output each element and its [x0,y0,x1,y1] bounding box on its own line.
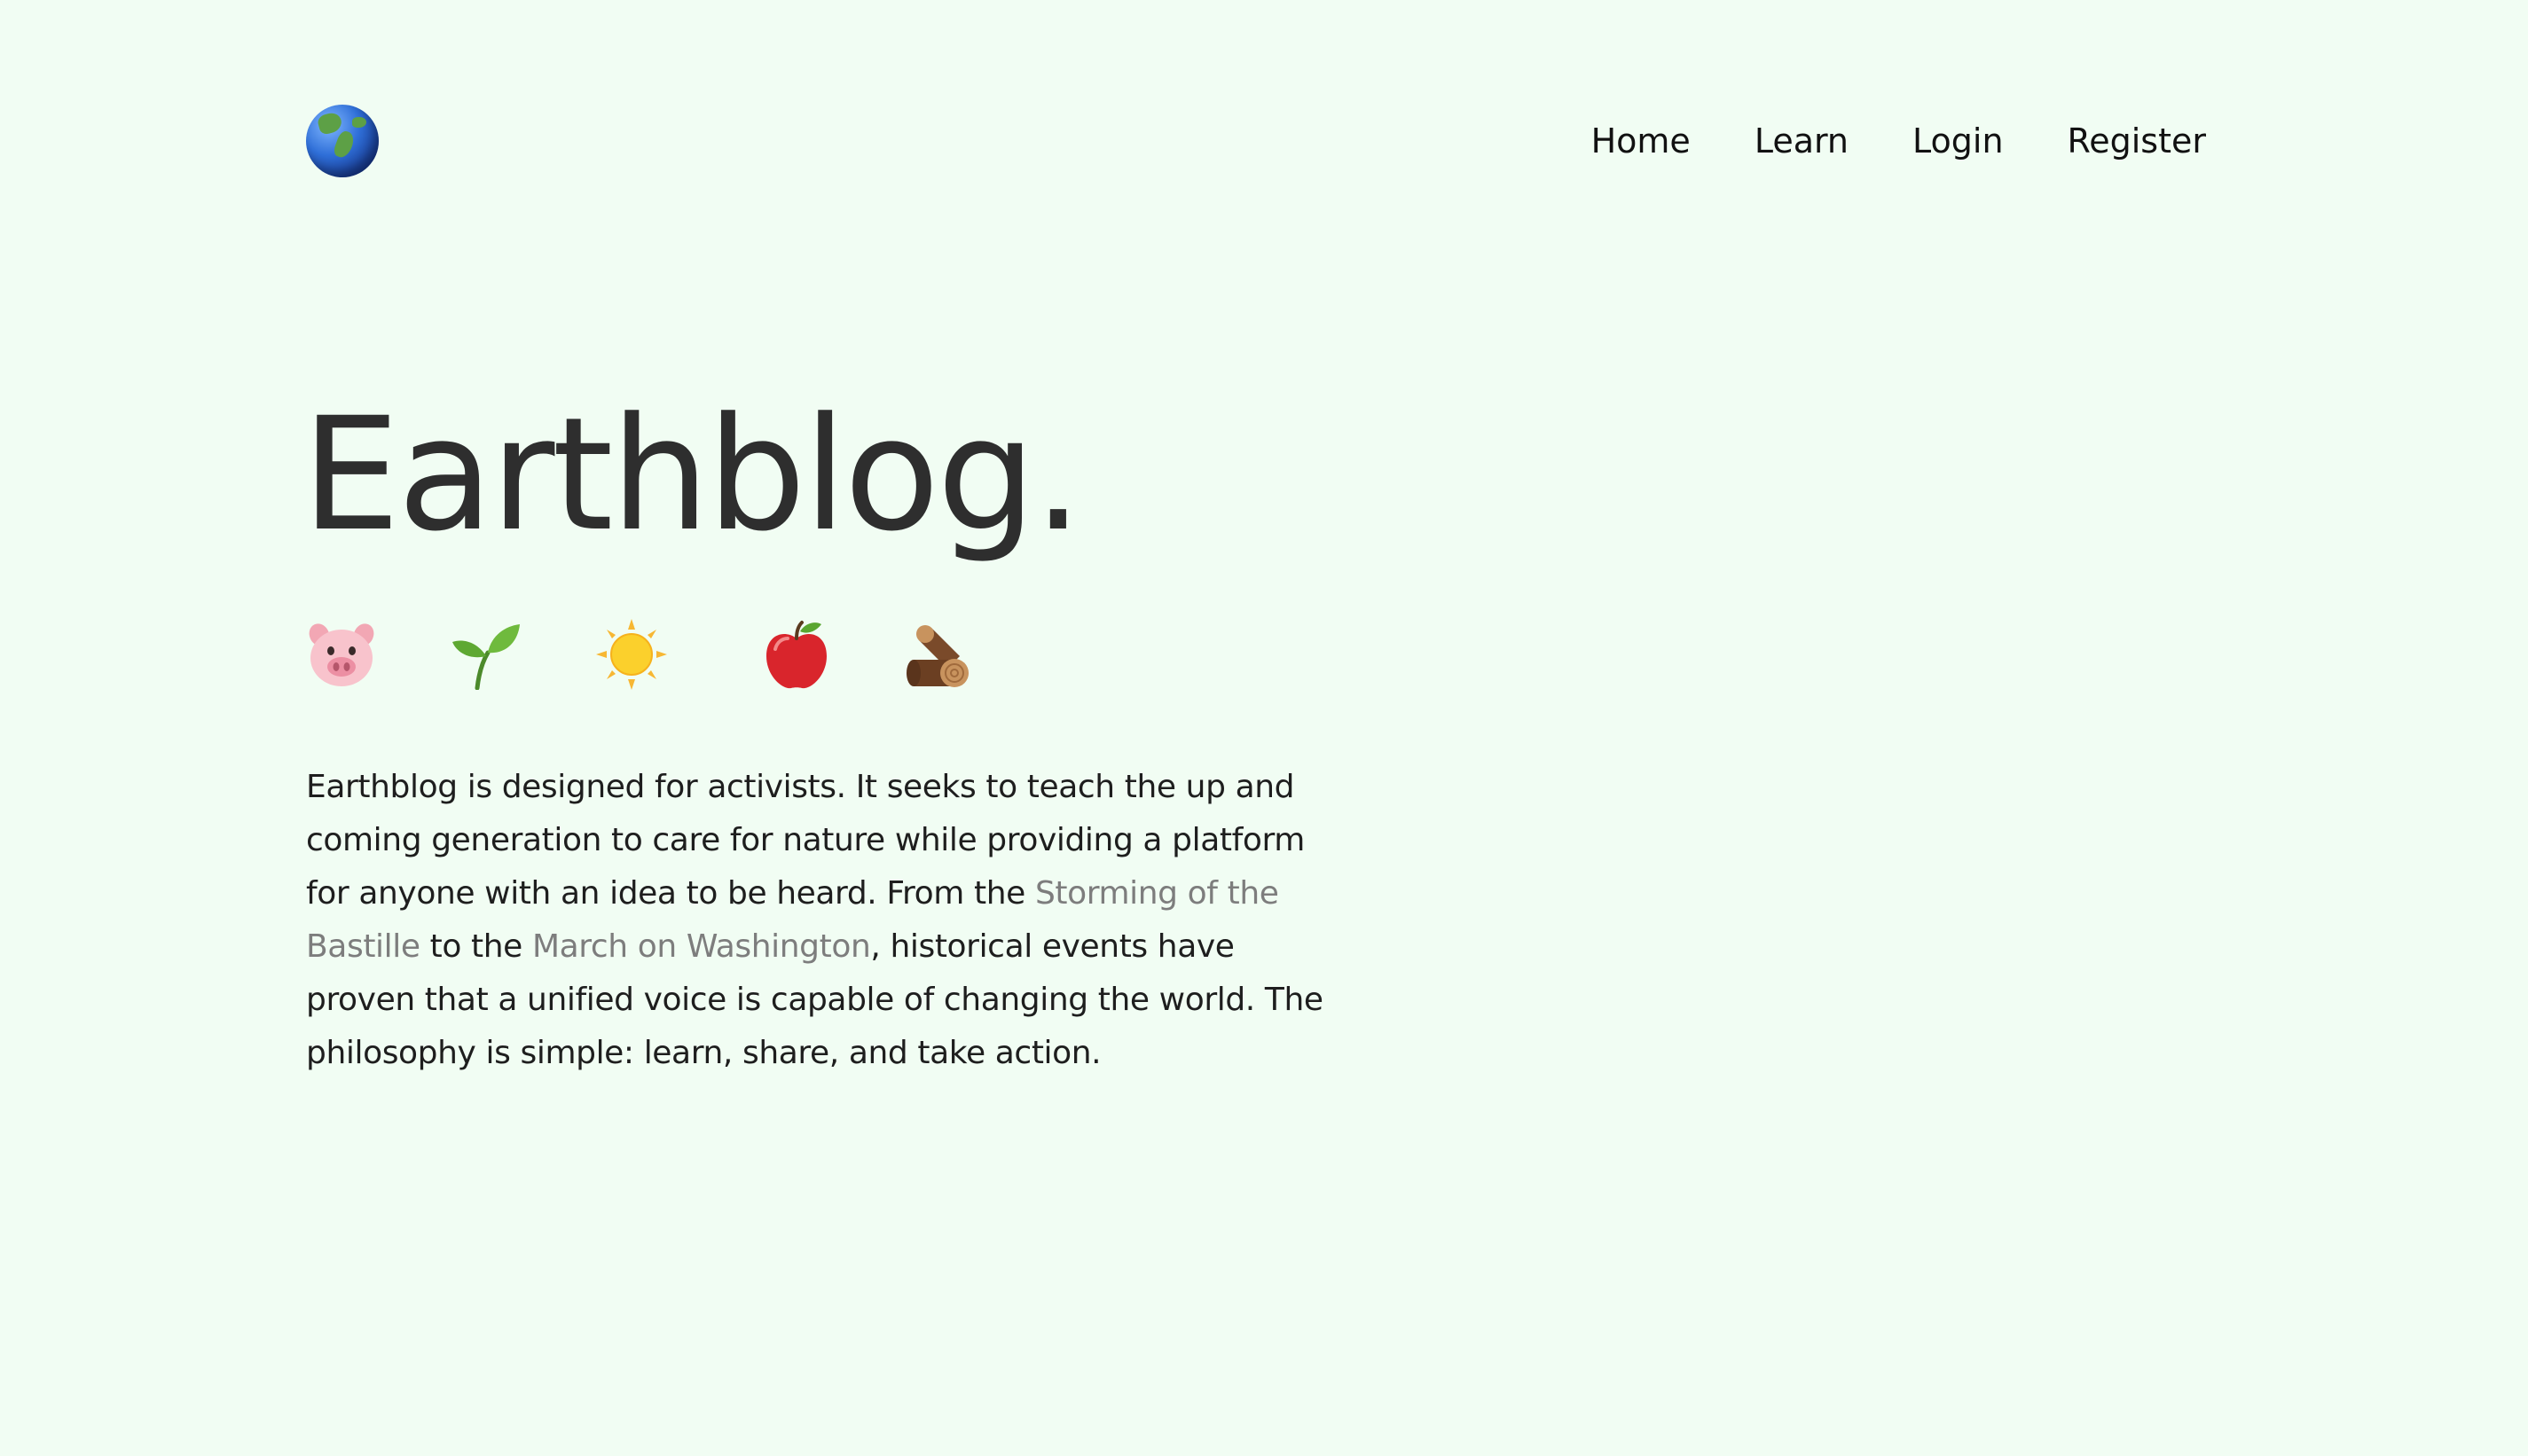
intro-text-2: to the [420,928,532,965]
site-header: Home Learn Login Register [306,105,2206,184]
emoji-row [306,619,1016,693]
nav-link-login[interactable]: Login [1912,121,2004,161]
intro-paragraph: Earthblog is designed for activists. It … [306,761,1353,1080]
link-march-on-washington[interactable]: March on Washington [532,928,871,965]
globe-icon[interactable] [306,105,379,177]
wood-log-icon [905,619,976,690]
seedling-icon [451,619,522,690]
nav-link-learn[interactable]: Learn [1755,121,1849,161]
nav-link-home[interactable]: Home [1591,121,1691,161]
red-apple-icon [761,619,832,690]
page-title: Earthblog. [302,384,1083,566]
pig-face-icon [306,619,377,690]
nav-link-register[interactable]: Register [2068,121,2206,161]
main-nav: Home Learn Login Register [1527,121,2206,161]
sun-icon [596,619,667,690]
